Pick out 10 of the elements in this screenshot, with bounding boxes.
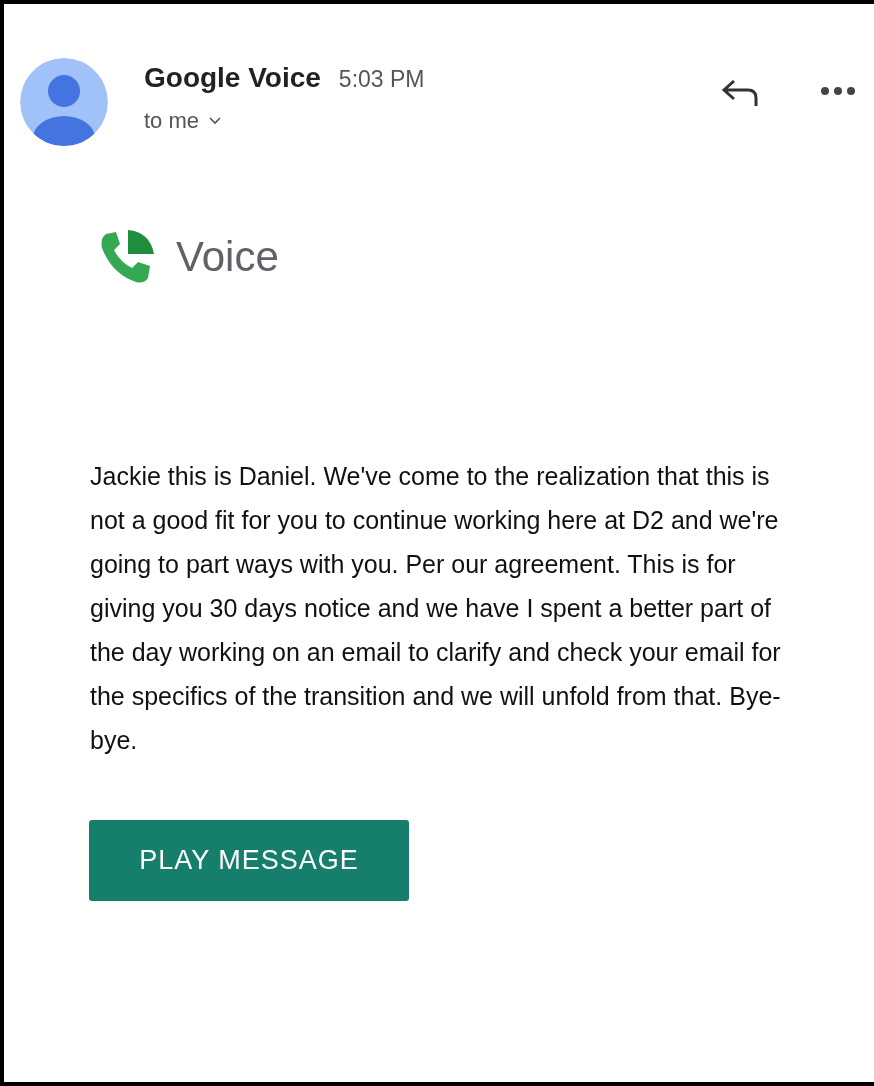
more-icon[interactable] bbox=[820, 86, 856, 96]
recipient-label: to me bbox=[144, 108, 200, 134]
sent-time: 5:03 PM bbox=[338, 66, 425, 93]
reply-icon[interactable] bbox=[720, 78, 760, 108]
logo-text: Voice bbox=[176, 233, 279, 281]
sender-name: Google Voice bbox=[144, 62, 321, 94]
play-message-button[interactable]: PLAY MESSAGE bbox=[89, 820, 409, 901]
message-text: Jackie this is Daniel. We've come to the realization that this is not a good fit for you to continue working here at D2 and we're going to part ways with you. Per our agreement. This is for giving you 30 days notice and we have I spent a better part of the day working on an email to clarify and check your email for the specifics of the transition and we will unfold from that. Bye-bye. bbox=[90, 461, 782, 756]
chevron-down-icon[interactable] bbox=[209, 117, 222, 125]
avatar-icon bbox=[20, 58, 108, 146]
